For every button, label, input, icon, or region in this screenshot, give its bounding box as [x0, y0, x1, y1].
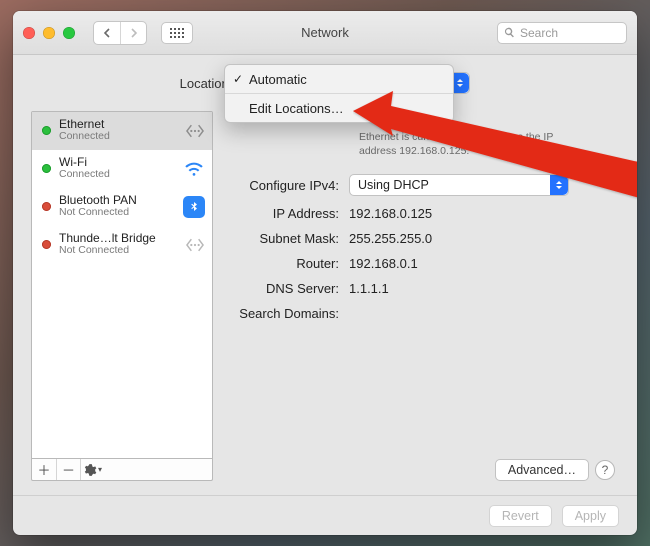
menu-separator [225, 93, 453, 94]
search-icon [504, 27, 515, 38]
status-dot-icon [42, 164, 51, 173]
grid-icon [170, 28, 184, 38]
router-label: Router: [227, 256, 349, 271]
location-menu-automatic[interactable]: Automatic [225, 67, 453, 91]
dns-label: DNS Server: [227, 281, 349, 296]
configure-label: Configure IPv4: [227, 178, 349, 193]
service-item-wifi[interactable]: Wi-Fi Connected [32, 150, 212, 188]
remove-service-button[interactable]: － [56, 459, 80, 480]
status-dot-icon [42, 202, 51, 211]
search-field[interactable]: Search [497, 22, 627, 44]
list-action-bar: ＋ － ▾ [31, 459, 213, 481]
updown-icon [550, 175, 568, 195]
mask-value: 255.255.255.0 [349, 231, 615, 246]
service-list[interactable]: Ethernet Connected Wi-Fi Connected [31, 111, 213, 459]
thunderbolt-icon [184, 234, 206, 256]
apply-button[interactable]: Apply [562, 505, 619, 527]
close-icon[interactable] [23, 27, 35, 39]
network-prefs-window: Network Search Location: Ethernet [13, 11, 637, 535]
updown-icon [451, 73, 469, 93]
nav-buttons [93, 21, 147, 45]
location-menu-edit[interactable]: Edit Locations… [225, 96, 453, 120]
service-status: Not Connected [59, 207, 137, 219]
wifi-icon [182, 157, 206, 181]
revert-button[interactable]: Revert [489, 505, 552, 527]
ethernet-icon [184, 120, 206, 142]
dns-value: 1.1.1.1 [349, 281, 615, 296]
service-item-ethernet[interactable]: Ethernet Connected [32, 112, 212, 150]
service-actions-button[interactable]: ▾ [80, 459, 104, 480]
add-service-button[interactable]: ＋ [32, 459, 56, 480]
router-value: 192.168.0.1 [349, 256, 615, 271]
bluetooth-icon [182, 195, 206, 219]
ip-value: 192.168.0.125 [349, 206, 615, 221]
configure-ipv4-select[interactable]: Using DHCP [349, 174, 569, 196]
service-item-bluetooth[interactable]: Bluetooth PAN Not Connected [32, 188, 212, 226]
help-button[interactable]: ? [595, 460, 615, 480]
mask-label: Subnet Mask: [227, 231, 349, 246]
gear-icon [83, 463, 97, 477]
service-status: Not Connected [59, 245, 156, 257]
status-dot-icon [42, 126, 51, 135]
detail-pane: Status: Connected Ethernet is currently … [227, 111, 619, 481]
titlebar: Network Search [13, 11, 637, 55]
zoom-icon[interactable] [63, 27, 75, 39]
status-dot-icon [42, 240, 51, 249]
advanced-button[interactable]: Advanced… [495, 459, 589, 481]
location-menu: Automatic Edit Locations… [224, 64, 454, 123]
show-all-button[interactable] [161, 22, 193, 44]
configure-value: Using DHCP [358, 178, 429, 192]
status-description: Ethernet is currently active and has the… [359, 130, 569, 158]
minimize-icon[interactable] [43, 27, 55, 39]
service-item-thunderbolt[interactable]: Thunde…lt Bridge Not Connected [32, 226, 212, 264]
forward-button[interactable] [120, 22, 146, 44]
back-button[interactable] [94, 22, 120, 44]
service-status: Connected [59, 131, 110, 143]
search-domains-label: Search Domains: [227, 306, 349, 321]
search-placeholder: Search [520, 26, 558, 40]
chevron-down-icon: ▾ [98, 465, 102, 474]
footer: Revert Apply [13, 495, 637, 535]
service-status: Connected [59, 169, 110, 181]
window-controls [23, 27, 75, 39]
service-list-wrap: Ethernet Connected Wi-Fi Connected [31, 111, 213, 481]
ip-label: IP Address: [227, 206, 349, 221]
